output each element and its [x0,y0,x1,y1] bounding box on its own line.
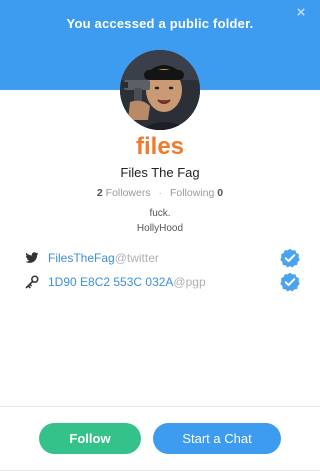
bio: fuck. HollyHood [0,206,320,236]
full-name: Files The Fag [120,165,200,180]
avatar [120,50,200,130]
stats-separator: · [158,187,163,199]
account-service: @pgp [173,275,206,289]
twitter-bird-icon [24,250,40,266]
account-service: @twitter [114,251,159,265]
banner-message: You accessed a public folder. [66,16,254,31]
follow-stats: 2 Followers · Following 0 [0,187,320,199]
verified-check-icon[interactable] [280,248,300,268]
follow-button[interactable]: Follow [39,423,141,454]
user-photo [120,50,200,130]
account-row-pgp[interactable]: 1D90 E8C2 553C 032A @pgp [24,272,300,292]
start-chat-button[interactable]: Start a Chat [153,423,281,454]
footer-divider [0,406,320,407]
bio-line-2: HollyHood [136,223,184,234]
close-icon[interactable]: × [294,5,308,20]
account-handle[interactable]: FilesTheFag [48,251,115,265]
verified-check-icon[interactable] [280,272,300,292]
account-row-twitter[interactable]: FilesTheFag @twitter [24,248,300,268]
bottom-divider [0,470,320,471]
display-name: files [135,133,185,160]
followers-label[interactable]: Followers [106,187,151,199]
followers-count[interactable]: 2 [97,187,103,199]
bio-line-1: fuck. [149,208,171,219]
account-handle[interactable]: 1D90 E8C2 553C 032A [48,275,173,289]
following-count[interactable]: 0 [217,187,223,199]
key-icon [24,274,40,290]
following-label[interactable]: Following [170,187,214,199]
